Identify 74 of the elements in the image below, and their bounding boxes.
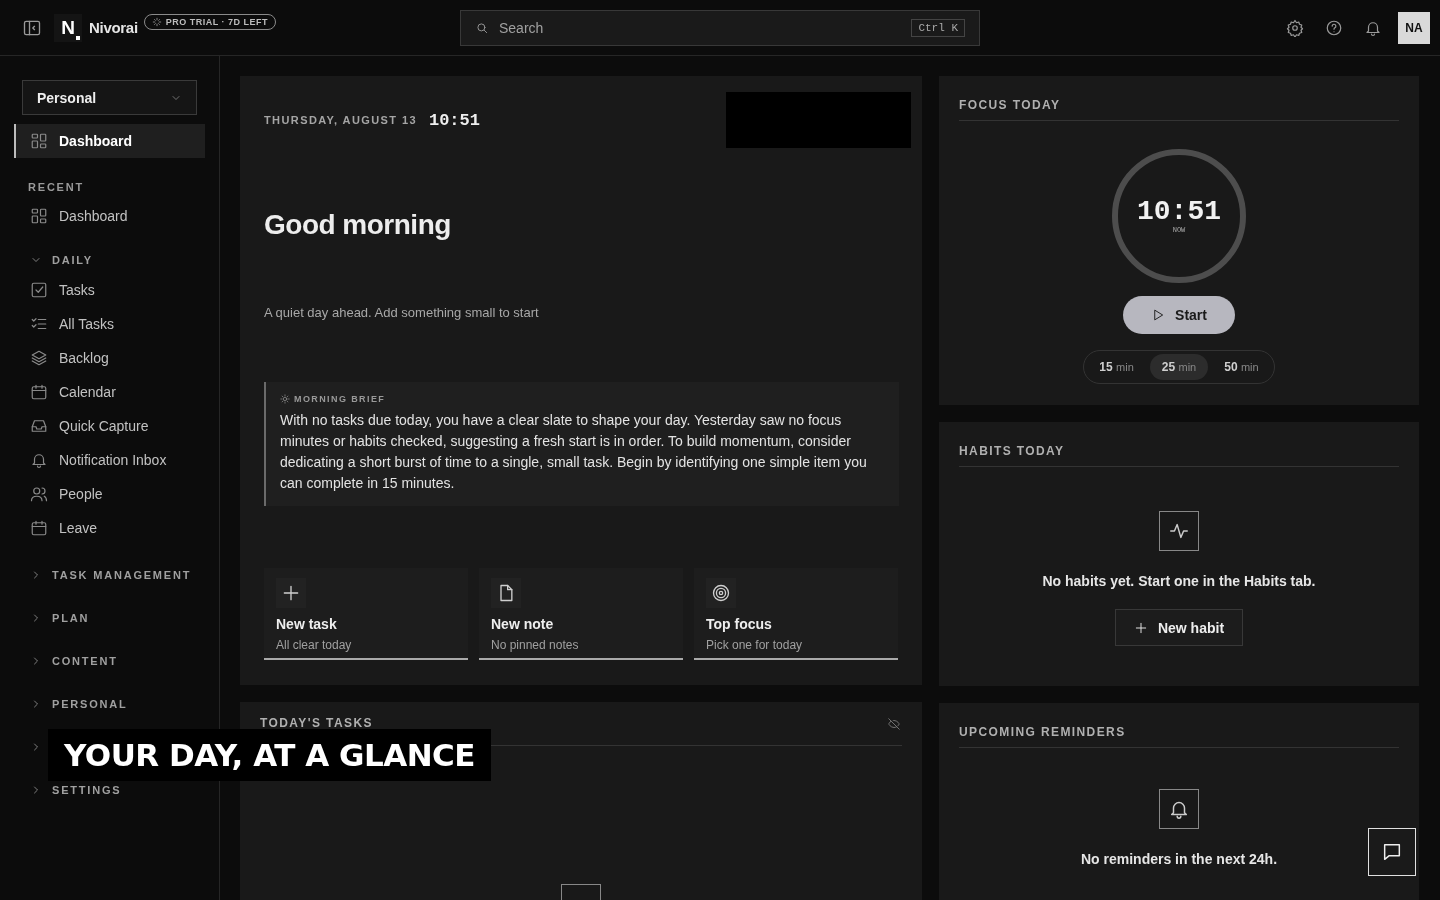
- empty-message: No reminders in the next 24h.: [1080, 851, 1278, 867]
- action-title: Top focus: [706, 616, 773, 632]
- section-header[interactable]: SETTINGS: [14, 780, 205, 800]
- action-subtitle: All clear today: [276, 638, 353, 652]
- sidebar-item[interactable]: Leave: [14, 511, 205, 545]
- greeting-heading: Good morning: [264, 209, 452, 241]
- section-header[interactable]: CONTENT: [14, 651, 205, 671]
- quick-action-card[interactable]: Top focus Pick one for today: [694, 568, 898, 660]
- layers-icon: [30, 349, 48, 367]
- empty-message: No habits yet. Start one in the Habits tab.: [1042, 573, 1316, 589]
- card-title: TODAY'S TASKS: [260, 716, 373, 730]
- sidebar-item[interactable]: People: [14, 477, 205, 511]
- help-icon: [1325, 18, 1343, 37]
- card-title: UPCOMING REMINDERS: [959, 725, 1126, 739]
- checkbox-icon: [30, 281, 48, 299]
- calendar-icon: [30, 519, 48, 537]
- sidebar-item[interactable]: Calendar: [14, 375, 205, 409]
- action-title: New note: [491, 616, 555, 632]
- sparkle-icon: [151, 16, 162, 27]
- start-button[interactable]: Start: [1123, 296, 1235, 334]
- grid-icon: [30, 132, 48, 150]
- clock-time: 10:51: [428, 110, 480, 130]
- brief-text: With no tasks due today, you have a clear slate to shape your day. Yesterday saw no focus minutes or habits checked, suggesting a fresh start is in order. To build momentum, consider dedicating a short burst of time to a single, small task. Begin by identifying one simple item you can complete in 15 minutes.: [280, 411, 868, 493]
- inbox-icon: [30, 417, 48, 435]
- sun-icon: [280, 394, 290, 404]
- timer-time: 10:51: [1137, 198, 1221, 226]
- section-header[interactable]: PLAN: [14, 608, 205, 628]
- greeting-subtitle: A quiet day ahead. Add something small to start: [264, 305, 540, 320]
- bell-icon: [30, 451, 48, 469]
- duration-option[interactable]: 25 min: [1149, 354, 1209, 380]
- hide-button[interactable]: [886, 716, 902, 732]
- sidebar-item[interactable]: Dashboard: [14, 124, 205, 158]
- chat-icon: [1381, 841, 1403, 863]
- section-header[interactable]: TASK MANAGEMENT: [14, 565, 205, 585]
- sidebar-item[interactable]: Dashboard: [14, 199, 205, 233]
- sidebar-item[interactable]: All Tasks: [14, 307, 205, 341]
- action-title: New task: [276, 616, 338, 632]
- people-icon: [30, 485, 48, 503]
- plus-icon: [1133, 620, 1148, 635]
- calendar-icon: [30, 383, 48, 401]
- card-title: HABITS TODAY: [959, 444, 1065, 458]
- brief-title: MORNING BRIEF: [294, 394, 386, 404]
- target-icon: [711, 583, 731, 603]
- search-field[interactable]: Search: [497, 18, 904, 37]
- sidebar-item[interactable]: Notification Inbox: [14, 443, 205, 477]
- eye-off-icon: [887, 717, 901, 731]
- quick-action-card[interactable]: New note No pinned notes: [479, 568, 683, 660]
- settings-icon: [1286, 18, 1304, 37]
- video-caption: YOUR DAY, AT A GLANCE: [48, 729, 492, 781]
- duration-option[interactable]: 15 min: [1087, 354, 1146, 380]
- section-header[interactable]: PERSONAL: [14, 694, 205, 714]
- card-title: FOCUS TODAY: [959, 98, 1061, 112]
- quick-action-card[interactable]: New task All clear today: [264, 568, 468, 660]
- section-header[interactable]: DAILY: [14, 247, 205, 273]
- date-label: THURSDAY, AUGUST 13: [264, 114, 417, 126]
- sidebar-item[interactable]: Backlog: [14, 341, 205, 375]
- duration-option[interactable]: 50 min: [1212, 354, 1271, 380]
- logo: N: [54, 13, 82, 42]
- sidebar-item[interactable]: Quick Capture: [14, 409, 205, 443]
- brand-name: Nivorai: [89, 19, 138, 36]
- new-habit-button[interactable]: New habit: [1115, 609, 1243, 646]
- grid-icon: [30, 207, 48, 225]
- action-subtitle: No pinned notes: [491, 638, 580, 652]
- plus-icon: [281, 583, 301, 603]
- workspace-dropdown[interactable]: Personal: [22, 80, 197, 115]
- avatar-button[interactable]: NA: [1398, 11, 1430, 44]
- action-subtitle: Pick one for today: [706, 638, 804, 652]
- section-title: RECENT: [28, 181, 86, 193]
- shortcut-hint: Ctrl K: [911, 18, 965, 37]
- chat-button[interactable]: [1368, 828, 1416, 876]
- play-icon: [1151, 308, 1166, 322]
- search-icon: [475, 20, 489, 35]
- search-bar[interactable]: Search Ctrl K: [460, 9, 980, 46]
- sidebar-item[interactable]: Tasks: [14, 273, 205, 307]
